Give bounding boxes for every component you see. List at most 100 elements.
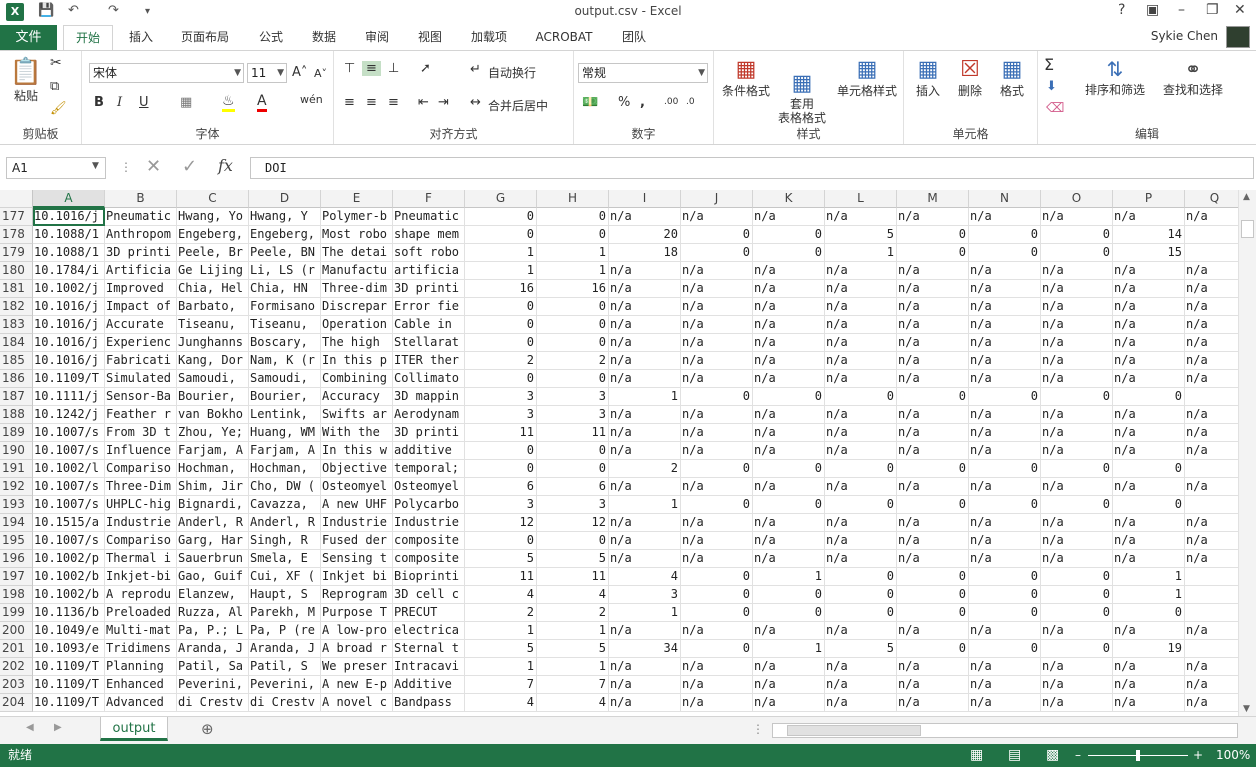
vertical-scrollbar[interactable]: ▲ ▼: [1238, 190, 1256, 716]
table-cell[interactable]: Farjam, A: [177, 442, 249, 460]
table-cell[interactable]: n/a: [681, 424, 753, 442]
row-header[interactable]: 185: [0, 352, 33, 370]
table-cell[interactable]: 12: [537, 514, 609, 532]
table-cell[interactable]: Reprogram: [321, 586, 393, 604]
table-cell[interactable]: Intracavi: [393, 658, 465, 676]
decrease-indent-icon[interactable]: ⇤: [418, 95, 429, 110]
table-cell[interactable]: [1185, 460, 1238, 478]
row-header[interactable]: 184: [0, 334, 33, 352]
table-cell[interactable]: [1185, 226, 1238, 244]
table-cell[interactable]: 10.1002/p: [33, 550, 105, 568]
table-cell[interactable]: 3D mappin: [393, 388, 465, 406]
table-cell[interactable]: n/a: [1041, 208, 1113, 226]
table-cell[interactable]: n/a: [969, 442, 1041, 460]
table-cell[interactable]: 10.1088/1: [33, 226, 105, 244]
table-cell[interactable]: n/a: [1041, 316, 1113, 334]
tab-acrobat[interactable]: ACROBAT: [530, 25, 598, 50]
table-cell[interactable]: Bioprinti: [393, 568, 465, 586]
table-cell[interactable]: artificia: [393, 262, 465, 280]
table-cell[interactable]: 0: [465, 460, 537, 478]
formula-input[interactable]: DOI: [250, 157, 1254, 179]
table-cell[interactable]: 0: [825, 496, 897, 514]
table-cell[interactable]: n/a: [897, 514, 969, 532]
table-cell[interactable]: 2: [537, 352, 609, 370]
table-cell[interactable]: 0: [753, 388, 825, 406]
table-cell[interactable]: 0: [897, 640, 969, 658]
table-cell[interactable]: 0: [681, 568, 753, 586]
table-cell[interactable]: n/a: [609, 676, 681, 694]
table-cell[interactable]: 10.1109/T: [33, 694, 105, 712]
table-cell[interactable]: With the: [321, 424, 393, 442]
table-cell[interactable]: Bandpass: [393, 694, 465, 712]
table-cell[interactable]: n/a: [1113, 316, 1185, 334]
table-cell[interactable]: 3: [465, 388, 537, 406]
table-cell[interactable]: Fabricati: [105, 352, 177, 370]
row-header[interactable]: 179: [0, 244, 33, 262]
table-cell[interactable]: n/a: [609, 316, 681, 334]
table-cell[interactable]: n/a: [1041, 550, 1113, 568]
table-cell[interactable]: 10.1016/j: [33, 298, 105, 316]
table-cell[interactable]: 0: [897, 244, 969, 262]
currency-icon[interactable]: 💵: [582, 95, 598, 110]
table-cell[interactable]: 11: [537, 568, 609, 586]
table-cell[interactable]: Hwang, Yo: [177, 208, 249, 226]
table-cell[interactable]: 0: [1113, 388, 1185, 406]
tab-addins[interactable]: 加载项: [463, 25, 515, 50]
table-cell[interactable]: n/a: [897, 694, 969, 712]
table-cell[interactable]: n/a: [609, 478, 681, 496]
table-cell[interactable]: 0: [1041, 460, 1113, 478]
table-cell[interactable]: Farjam, A: [249, 442, 321, 460]
comma-button[interactable]: ,: [640, 95, 645, 110]
column-header-k[interactable]: K: [753, 190, 825, 208]
table-cell[interactable]: Anderl, R: [177, 514, 249, 532]
table-cell[interactable]: 1: [465, 262, 537, 280]
table-cell[interactable]: n/a: [1113, 334, 1185, 352]
table-cell[interactable]: 0: [537, 334, 609, 352]
table-cell[interactable]: 0: [465, 334, 537, 352]
row-header[interactable]: 204: [0, 694, 33, 712]
table-cell[interactable]: The detai: [321, 244, 393, 262]
table-cell[interactable]: n/a: [609, 514, 681, 532]
table-cell[interactable]: Smela, E: [249, 550, 321, 568]
table-cell[interactable]: n/a: [897, 550, 969, 568]
table-cell[interactable]: n/a: [969, 280, 1041, 298]
table-cell[interactable]: n/a: [1041, 442, 1113, 460]
table-cell[interactable]: n/a: [825, 442, 897, 460]
table-cell[interactable]: n/a: [825, 208, 897, 226]
table-cell[interactable]: 10.1007/s: [33, 442, 105, 460]
table-cell[interactable]: 1: [465, 658, 537, 676]
table-cell[interactable]: Tiseanu,: [249, 316, 321, 334]
table-cell[interactable]: n/a: [1113, 532, 1185, 550]
table-cell[interactable]: n/a: [753, 442, 825, 460]
table-cell[interactable]: 0: [465, 298, 537, 316]
table-cell[interactable]: Huang, WM: [249, 424, 321, 442]
paste-button[interactable]: 📋 粘贴: [8, 57, 44, 104]
sort-filter-button[interactable]: ⇅ 排序和筛选: [1078, 57, 1152, 98]
table-cell[interactable]: n/a: [609, 298, 681, 316]
table-cell[interactable]: n/a: [1185, 352, 1238, 370]
table-cell[interactable]: Barbato,: [177, 298, 249, 316]
table-cell[interactable]: Engeberg,: [249, 226, 321, 244]
table-cell[interactable]: Planning: [105, 658, 177, 676]
table-cell[interactable]: n/a: [681, 316, 753, 334]
table-cell[interactable]: n/a: [681, 334, 753, 352]
font-color-icon[interactable]: A: [257, 93, 267, 112]
table-cell[interactable]: Osteomyel: [321, 478, 393, 496]
table-cell[interactable]: n/a: [1185, 424, 1238, 442]
table-cell[interactable]: n/a: [753, 478, 825, 496]
table-cell[interactable]: 1: [465, 622, 537, 640]
tab-data[interactable]: 数据: [301, 25, 347, 50]
table-cell[interactable]: Three-Dim: [105, 478, 177, 496]
table-cell[interactable]: 1: [1113, 568, 1185, 586]
table-cell[interactable]: Combining: [321, 370, 393, 388]
row-header[interactable]: 180: [0, 262, 33, 280]
table-cell[interactable]: n/a: [681, 298, 753, 316]
zoom-level[interactable]: 100%: [1216, 744, 1250, 767]
table-cell[interactable]: 10.1016/j: [33, 334, 105, 352]
row-header[interactable]: 197: [0, 568, 33, 586]
table-cell[interactable]: n/a: [1113, 550, 1185, 568]
table-cell[interactable]: 10.1016/j: [33, 352, 105, 370]
fill-icon[interactable]: ⬇: [1046, 79, 1057, 94]
help-icon[interactable]: ?: [1118, 2, 1125, 18]
table-cell[interactable]: n/a: [681, 442, 753, 460]
